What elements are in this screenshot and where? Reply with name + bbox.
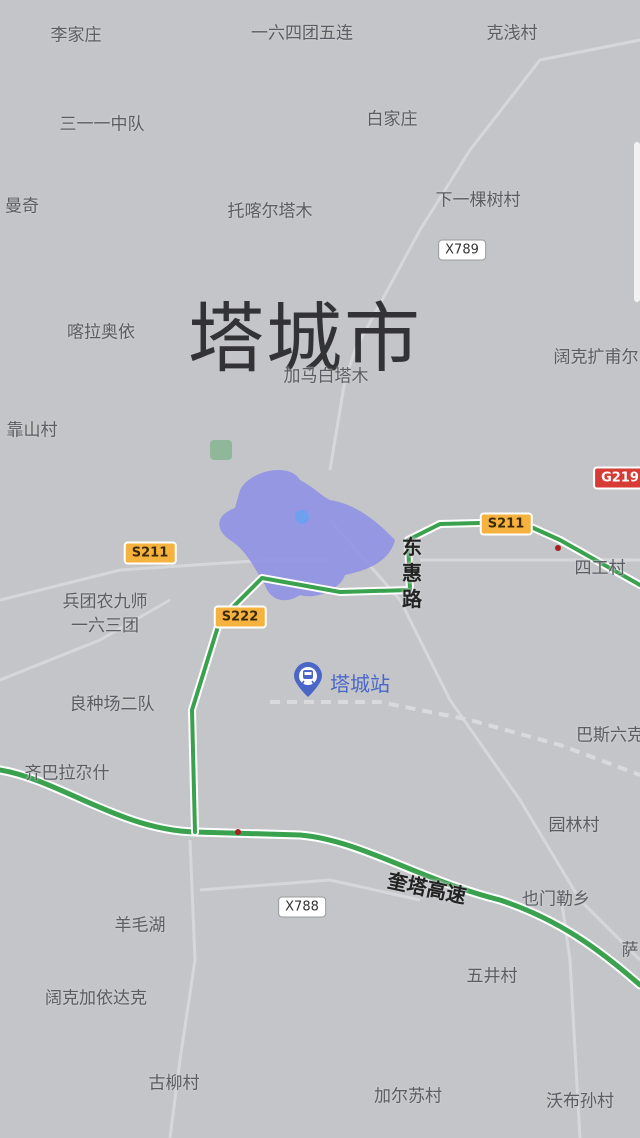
place-label[interactable]: 靠山村 — [7, 416, 58, 441]
station-label[interactable]: 塔城站 — [330, 668, 390, 697]
place-label[interactable]: 加尔苏村 — [374, 1082, 442, 1107]
urban-density-area — [219, 469, 395, 601]
place-label[interactable]: 良种场二队 — [70, 690, 155, 715]
map-scroll-handle[interactable] — [634, 142, 640, 302]
map-base-layer — [0, 38, 640, 1138]
place-label[interactable]: 一六四团五连 — [251, 19, 353, 44]
place-label[interactable]: 齐巴拉尕什 — [25, 759, 110, 784]
place-label[interactable]: 兵团农九师 一六三团 — [63, 590, 148, 638]
road-shield-g219[interactable]: G219 — [593, 466, 640, 490]
place-label[interactable]: 古柳村 — [149, 1069, 200, 1094]
place-label[interactable]: 巴斯六克 — [576, 721, 640, 746]
place-label[interactable]: 加马白塔木 — [284, 362, 369, 387]
road-shield-x789[interactable]: X789 — [438, 239, 486, 261]
place-label[interactable]: 沃布孙村 — [546, 1087, 614, 1112]
road-shield-s211[interactable]: S211 — [123, 541, 177, 565]
place-label[interactable]: 三一一中队 — [60, 110, 145, 135]
place-label[interactable]: 克浅村 — [487, 19, 538, 44]
place-label[interactable]: 羊毛湖 — [115, 911, 166, 936]
place-label[interactable]: 五井村 — [467, 962, 518, 987]
city-center-dot — [295, 510, 309, 524]
train-station-icon[interactable] — [292, 662, 324, 698]
road-shield-s222[interactable]: S222 — [213, 605, 267, 629]
park-area — [210, 440, 232, 460]
place-label[interactable]: 四工村 — [575, 554, 626, 579]
road-shield-s211[interactable]: S211 — [479, 512, 533, 536]
place-label[interactable]: 李家庄 — [51, 21, 102, 46]
road-label-donghui[interactable]: 东 惠 路 — [402, 534, 422, 612]
place-label[interactable]: 阔克扩甫尔 — [554, 343, 639, 368]
place-label[interactable]: 喀拉奥依 — [67, 318, 135, 343]
place-label[interactable]: 园林村 — [549, 811, 600, 836]
place-label[interactable]: 也门勒乡 — [522, 885, 590, 910]
place-label[interactable]: 白家庄 — [367, 105, 418, 130]
place-label[interactable]: 萨 — [622, 936, 639, 961]
place-label[interactable]: 阔克加依达克 — [45, 984, 147, 1009]
map-canvas[interactable]: 塔城市 李家庄 一六四团五连 克浅村 三一一中队 白家庄 曼奇 托喀尔塔木 下一… — [0, 0, 640, 1138]
place-label[interactable]: 下一棵树村 — [436, 186, 521, 211]
place-label[interactable]: 托喀尔塔木 — [228, 197, 313, 222]
road-shield-x788[interactable]: X788 — [278, 896, 326, 918]
place-label[interactable]: 曼奇 — [5, 192, 39, 217]
